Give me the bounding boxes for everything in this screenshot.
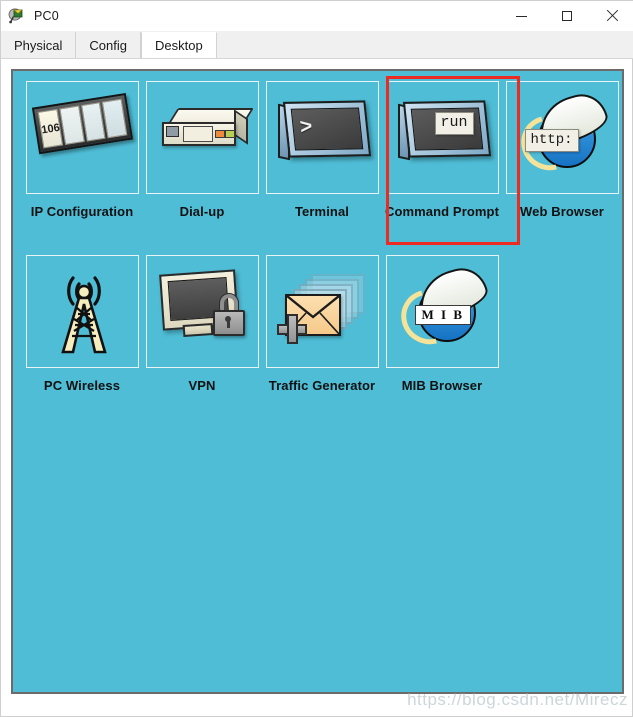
ip-configuration-icon: 106: [31, 92, 134, 167]
terminal-screen-text: >: [298, 116, 314, 141]
desktop-row-1: 106 IP Configuration Dial-up > Terminal …: [23, 76, 619, 245]
command-prompt-tile[interactable]: run: [385, 81, 499, 194]
maximize-button[interactable]: [544, 1, 589, 31]
maximize-icon: [561, 11, 572, 21]
pc-wireless-tile[interactable]: [25, 255, 139, 368]
ip-configuration-tile[interactable]: 106: [25, 81, 139, 194]
title-bar: PC0: [1, 1, 633, 31]
terminal-monitor-icon: >: [277, 100, 371, 171]
tab-physical[interactable]: Physical: [1, 32, 77, 58]
desktop-panel: 106 IP Configuration Dial-up > Terminal …: [11, 69, 624, 694]
dial-up-modem-icon: [161, 108, 254, 156]
vpn-tile[interactable]: [145, 255, 259, 368]
wireless-tower-icon: [43, 270, 125, 356]
vpn-lock-icon: [157, 269, 252, 352]
desktop-item-vpn[interactable]: VPN: [143, 255, 261, 394]
desktop-item-web-browser[interactable]: http: Web Browser: [503, 81, 621, 220]
web-browser-tile[interactable]: http:: [505, 81, 619, 194]
add-traffic-plus-icon: [276, 314, 307, 344]
desktop-item-label: VPN: [188, 378, 216, 393]
terminal-tile[interactable]: >: [265, 81, 379, 194]
close-button[interactable]: [589, 1, 633, 31]
window-title: PC0: [34, 9, 59, 23]
desktop-item-label: Terminal: [294, 204, 350, 219]
http-tooltip: http:: [524, 129, 579, 152]
desktop-row-2: PC Wireless VPN Traffic Generator M I B …: [23, 255, 609, 394]
tab-desktop[interactable]: Desktop: [141, 32, 217, 58]
close-icon: [606, 10, 618, 22]
desktop-icon-grid: 106 IP Configuration Dial-up > Terminal …: [23, 76, 619, 394]
desktop-empty-cell: [503, 255, 607, 394]
desktop-item-label: PC Wireless: [43, 378, 121, 393]
run-tooltip: run: [434, 112, 474, 135]
desktop-item-label: MIB Browser: [401, 378, 483, 393]
packet-tracer-icon: [8, 7, 26, 25]
desktop-item-pc-wireless[interactable]: PC Wireless: [23, 255, 141, 394]
tab-config[interactable]: Config: [76, 32, 141, 58]
tab-strip: Physical Config Desktop: [1, 31, 633, 59]
desktop-item-mib-browser[interactable]: M I B MIB Browser: [383, 255, 501, 394]
minimize-icon: [516, 15, 527, 17]
dial-up-tile[interactable]: [145, 81, 259, 194]
desktop-item-label: Dial-up: [179, 204, 225, 219]
desktop-item-dial-up[interactable]: Dial-up: [143, 81, 261, 220]
pc0-window: PC0 Physical Config Desktop 106 IP Confi…: [0, 0, 633, 717]
desktop-item-terminal[interactable]: > Terminal: [263, 81, 381, 220]
desktop-item-ip-configuration[interactable]: 106 IP Configuration: [23, 81, 141, 220]
mib-browser-tile[interactable]: M I B: [385, 255, 499, 368]
desktop-item-traffic-generator[interactable]: Traffic Generator: [263, 255, 381, 394]
desktop-item-label: Web Browser: [520, 204, 604, 219]
desktop-item-command-prompt[interactable]: run Command Prompt: [383, 81, 501, 220]
desktop-item-label: IP Configuration: [30, 204, 134, 219]
minimize-button[interactable]: [499, 1, 544, 31]
desktop-item-label: Traffic Generator: [268, 378, 376, 393]
traffic-generator-tile[interactable]: [265, 255, 379, 368]
desktop-item-label: Command Prompt: [384, 204, 500, 219]
ip-configuration-badge: 106: [37, 108, 64, 149]
watermark-text: https://blog.csdn.net/Mirecz: [407, 690, 628, 709]
mib-badge: M I B: [414, 305, 471, 325]
traffic-generator-icon: [276, 274, 373, 346]
mib-browser-globe-icon: M I B: [390, 262, 492, 355]
window-controls: [499, 1, 633, 31]
